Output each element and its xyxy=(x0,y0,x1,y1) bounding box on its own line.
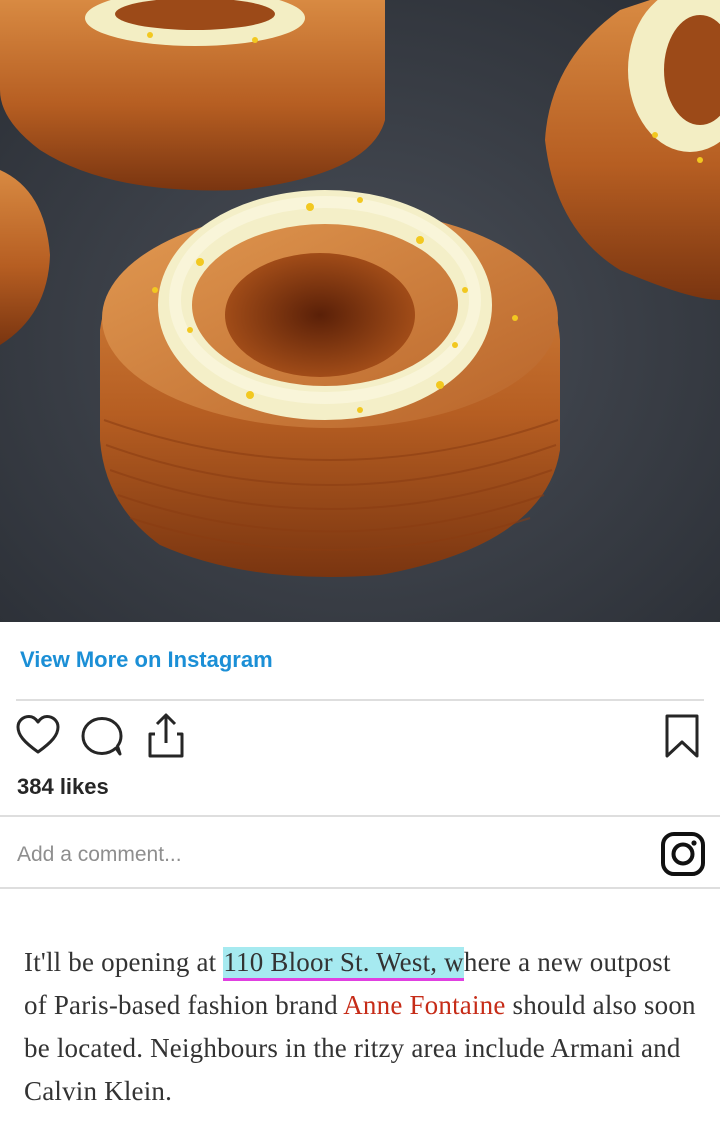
likes-count: 384 likes xyxy=(17,774,109,799)
instagram-logo-icon[interactable] xyxy=(660,831,706,877)
divider xyxy=(0,887,720,889)
divider xyxy=(16,699,704,701)
article-text: It'll be opening at xyxy=(24,947,224,977)
post-actions-bar xyxy=(0,712,720,764)
post-photo[interactable] xyxy=(0,0,720,622)
comment-input[interactable] xyxy=(17,838,617,872)
anne-fontaine-link[interactable]: Anne Fontaine xyxy=(343,990,505,1020)
heart-icon[interactable] xyxy=(14,712,62,760)
pastry-image xyxy=(0,0,720,622)
bookmark-icon[interactable] xyxy=(658,712,706,760)
highlighted-address: 110 Bloor St. West, w xyxy=(223,947,464,981)
divider xyxy=(0,815,720,817)
view-more-instagram-link[interactable]: View More on Instagram xyxy=(20,647,273,673)
article-paragraph: It'll be opening at 110 Bloor St. West, … xyxy=(24,941,700,1113)
share-upload-icon[interactable] xyxy=(142,712,190,760)
comment-bubble-icon[interactable] xyxy=(78,712,126,760)
